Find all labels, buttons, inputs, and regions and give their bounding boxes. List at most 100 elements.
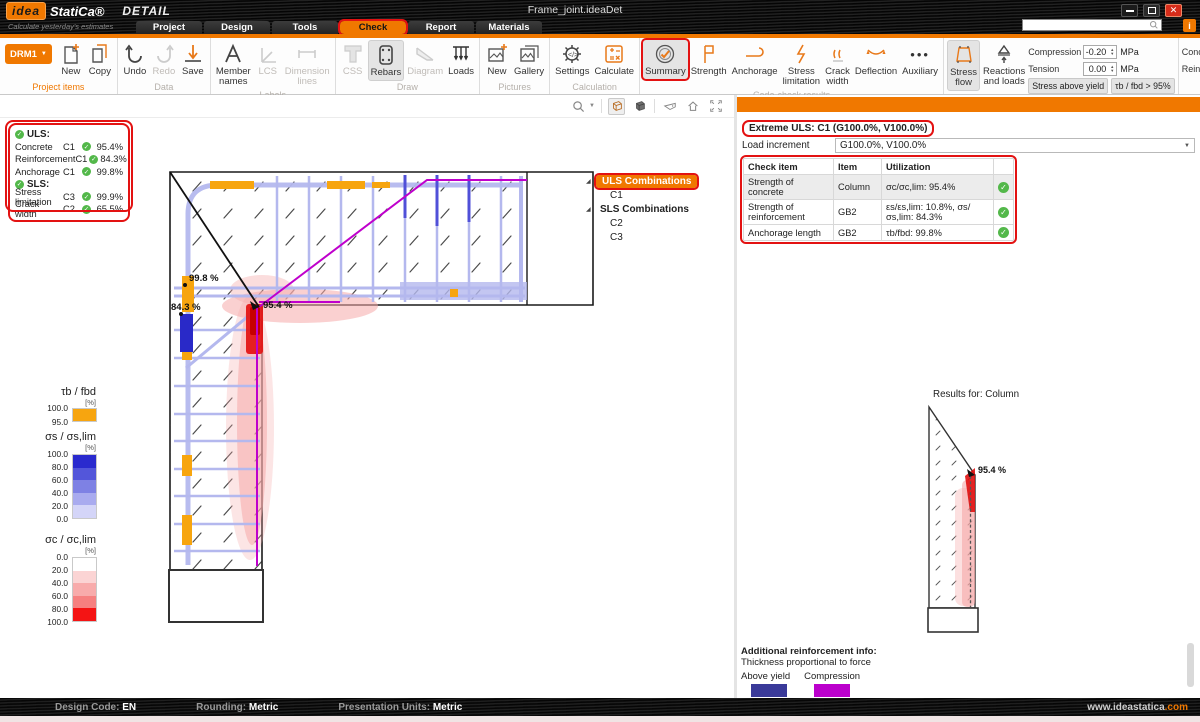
info-button[interactable]: i bbox=[1183, 19, 1196, 32]
auxiliary-button[interactable]: ••• Auxiliary bbox=[900, 40, 940, 79]
rebar-above-yield-segment bbox=[180, 314, 193, 352]
concrete-stress-core-dark bbox=[250, 307, 260, 335]
tree-expander-icon[interactable]: ◢ bbox=[586, 206, 596, 213]
ribbon-group-code-check: Summary Strength Anchorage Stress limita… bbox=[640, 38, 944, 94]
legend-compression: Compression bbox=[804, 671, 860, 697]
minimize-icon bbox=[1126, 10, 1134, 12]
new-project-item-button[interactable]: New bbox=[57, 40, 85, 79]
website-link[interactable]: www.ideastatica.com bbox=[1087, 702, 1188, 713]
table-row[interactable]: Anchorage length GB2 τb/fbd: 99.8% ✓ bbox=[744, 225, 1014, 241]
redo-button[interactable]: Redo bbox=[150, 40, 178, 79]
diagram-button[interactable]: Diagram bbox=[405, 40, 445, 79]
summary-button[interactable]: Summary bbox=[643, 40, 688, 79]
spin-down-icon[interactable]: ▼ bbox=[1110, 69, 1114, 73]
settings-button[interactable]: </> Settings bbox=[553, 40, 591, 79]
concrete-scale-label: Concrete bbox=[1182, 47, 1200, 57]
beam-bottom-rebar-band bbox=[400, 282, 527, 300]
sigma-s-swatch bbox=[73, 505, 96, 518]
tree-item-c3[interactable]: C3 bbox=[596, 230, 726, 244]
compression-swatch bbox=[814, 684, 850, 697]
solid-view-button[interactable] bbox=[631, 98, 648, 115]
compression-input[interactable]: -0.20 ▲▼ bbox=[1083, 45, 1117, 59]
stress-limitation-button[interactable]: Stress limitation bbox=[781, 40, 823, 89]
strength-button[interactable]: Strength bbox=[689, 40, 729, 79]
stress-flow-ticks bbox=[170, 172, 527, 570]
search-box[interactable] bbox=[1022, 19, 1162, 31]
loads-button[interactable]: Loads bbox=[446, 40, 476, 79]
home-icon bbox=[686, 99, 700, 113]
tab-project[interactable]: Project bbox=[136, 21, 202, 34]
zoom-fit-button[interactable] bbox=[707, 98, 724, 115]
spin-down-icon[interactable]: ▼ bbox=[1110, 52, 1114, 56]
calculator-icon bbox=[602, 42, 626, 66]
calculate-button[interactable]: Calculate bbox=[592, 40, 636, 79]
summary-row-crack-width: Crack width C2 ✓ 65.5% bbox=[15, 203, 123, 216]
group-label-data: Data bbox=[121, 81, 207, 94]
section-view-button[interactable] bbox=[661, 98, 678, 115]
reactions-loads-button[interactable]: Reactions and loads bbox=[981, 40, 1027, 89]
tab-report[interactable]: Report bbox=[408, 21, 474, 34]
drm1-dropdown[interactable]: DRM1▼ bbox=[5, 44, 52, 64]
tree-item-uls-combinations[interactable]: ◢ ULS Combinations bbox=[586, 174, 726, 188]
copy-icon bbox=[88, 42, 112, 66]
zoom-tool-button[interactable] bbox=[570, 98, 587, 115]
close-button[interactable]: ✕ bbox=[1165, 4, 1182, 17]
tension-input[interactable]: 0.00 ▲▼ bbox=[1083, 62, 1117, 76]
home-view-button[interactable] bbox=[684, 98, 701, 115]
dimension-lines-button[interactable]: Dimension lines bbox=[283, 40, 332, 89]
main-canvas[interactable]: 99.8 % 84.3 % 95.4 % ✓ ULS: Concrete C1 … bbox=[0, 118, 734, 698]
tree-item-c1[interactable]: C1 bbox=[596, 188, 726, 202]
tree-item-c2[interactable]: C2 bbox=[596, 216, 726, 230]
tab-design[interactable]: Design bbox=[204, 21, 270, 34]
tb-fbd-95-toggle[interactable]: τb / fbd > 95% bbox=[1111, 78, 1175, 94]
tb-swatch bbox=[73, 409, 96, 421]
zoom-dropdown-caret[interactable]: ▼ bbox=[589, 103, 595, 109]
tree-item-sls-combinations[interactable]: ◢ SLS Combinations bbox=[586, 202, 726, 216]
diagram-icon bbox=[413, 42, 437, 66]
table-row[interactable]: Strength of concrete Column σc/σc,lim: 9… bbox=[744, 175, 1014, 200]
ribbon-group-data: Undo Redo Save Data bbox=[118, 38, 211, 94]
copy-button[interactable]: Copy bbox=[86, 40, 114, 79]
sigma-c-swatch bbox=[73, 558, 96, 571]
tab-materials[interactable]: Materials bbox=[476, 21, 542, 34]
additional-reinforcement-info: Additional reinforcement info: Thickness… bbox=[741, 646, 877, 697]
concrete-utilization-label: 95.4 % bbox=[263, 300, 293, 311]
ellipsis-icon: ••• bbox=[910, 42, 930, 66]
save-button[interactable]: Save bbox=[179, 40, 207, 79]
stress-above-yield-toggle[interactable]: Stress above yield bbox=[1028, 78, 1108, 94]
lcs-button[interactable]: LCS bbox=[254, 40, 282, 79]
check-ok-icon: ✓ bbox=[998, 227, 1009, 238]
maximize-button[interactable] bbox=[1143, 4, 1160, 17]
group-label-pictures: Pictures bbox=[483, 81, 546, 94]
crack-width-button[interactable]: Crack width bbox=[823, 40, 852, 89]
idea-logo: idea bbox=[6, 2, 46, 20]
status-bar: Design Code: EN Rounding: Metric Present… bbox=[0, 698, 1200, 716]
sigma-s-swatch bbox=[73, 493, 96, 506]
search-input[interactable] bbox=[1023, 20, 1149, 30]
tab-tools[interactable]: Tools bbox=[272, 21, 338, 34]
load-increment-dropdown[interactable]: G100.0%, V100.0% ▼ bbox=[835, 138, 1195, 153]
tab-check[interactable]: Check bbox=[340, 21, 406, 34]
stress-flow-button[interactable]: Stress flow bbox=[947, 40, 980, 91]
column-result-figure[interactable]: 95.4 % bbox=[900, 380, 1050, 650]
results-panel: Extreme ULS: C1 (G100.0%, V100.0%) Load … bbox=[737, 95, 1200, 698]
rebars-button[interactable]: Rebars bbox=[368, 40, 405, 81]
wireframe-view-button[interactable] bbox=[608, 98, 625, 115]
minimize-button[interactable] bbox=[1121, 4, 1138, 17]
tree-expander-icon[interactable]: ◢ bbox=[586, 178, 596, 185]
gallery-button[interactable]: Gallery bbox=[512, 40, 546, 79]
check-ok-icon: ✓ bbox=[82, 167, 91, 176]
undo-button[interactable]: Undo bbox=[121, 40, 149, 79]
sigma-s-scale: σs / σs,lim [%] 100.0 80.0 60.0 40.0 20.… bbox=[24, 431, 104, 452]
undo-icon bbox=[123, 42, 147, 66]
deflection-button[interactable]: Deflection bbox=[853, 40, 899, 79]
member-names-button[interactable]: Member names bbox=[214, 40, 253, 89]
detail-app-name: DETAIL bbox=[122, 4, 170, 18]
css-button[interactable]: CSS bbox=[339, 40, 367, 79]
new-picture-button[interactable]: New bbox=[483, 40, 511, 79]
wireframe-cube-icon bbox=[610, 99, 624, 113]
ribbon-group-draw: CSS Rebars Diagram Loads Draw bbox=[336, 38, 480, 94]
panel-scrollbar[interactable] bbox=[1187, 643, 1194, 687]
anchorage-button[interactable]: Anchorage bbox=[730, 40, 780, 79]
table-row[interactable]: Strength of reinforcement GB2 εs/εs,lim:… bbox=[744, 200, 1014, 225]
